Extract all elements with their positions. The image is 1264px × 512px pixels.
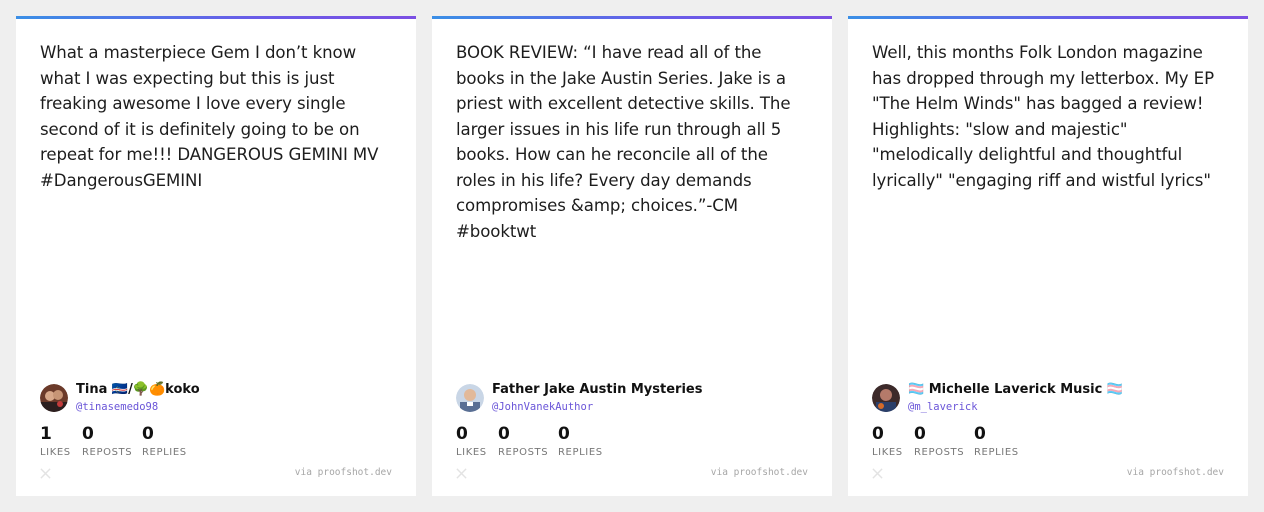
via-attribution[interactable]: via proofshot.dev: [1127, 467, 1224, 478]
stats-row: 1 LIKES 0 REPOSTS 0 REPLIES: [40, 424, 380, 464]
likes-label: LIKES: [456, 447, 487, 458]
avatar[interactable]: [456, 384, 484, 412]
cards-row: What a masterpiece Gem I don’t know what…: [0, 0, 1264, 512]
card-accent-bar: [848, 16, 1248, 19]
card-accent-bar: [16, 16, 416, 19]
reposts-stat: 0 REPOSTS: [82, 424, 132, 458]
replies-count: 0: [558, 424, 570, 444]
reposts-stat: 0 REPOSTS: [914, 424, 964, 458]
avatar[interactable]: [872, 384, 900, 412]
via-attribution[interactable]: via proofshot.dev: [711, 467, 808, 478]
replies-count: 0: [974, 424, 986, 444]
replies-stat: 0 REPLIES: [142, 424, 187, 458]
post-text: BOOK REVIEW: “I have read all of the boo…: [456, 43, 791, 241]
likes-label: LIKES: [40, 447, 71, 458]
reposts-label: REPOSTS: [914, 447, 965, 458]
author-handle[interactable]: @tinasemedo98: [76, 401, 158, 413]
replies-label: REPLIES: [142, 447, 187, 458]
likes-stat: 0 LIKES: [456, 424, 487, 458]
likes-stat: 0 LIKES: [872, 424, 903, 458]
post-text: What a masterpiece Gem I don’t know what…: [40, 43, 379, 190]
author-block[interactable]: Tina 🇨🇻/🌳🍊koko @tinasemedo98: [40, 382, 380, 414]
stats-row: 0 LIKES 0 REPOSTS 0 REPLIES: [872, 424, 1212, 464]
likes-stat: 1 LIKES: [40, 424, 71, 458]
reposts-count: 0: [82, 424, 94, 444]
x-logo-icon[interactable]: [40, 468, 51, 479]
stats-row: 0 LIKES 0 REPOSTS 0 REPLIES: [456, 424, 796, 464]
avatar[interactable]: [40, 384, 68, 412]
card-accent-bar: [432, 16, 832, 19]
likes-label: LIKES: [872, 447, 903, 458]
author-handle[interactable]: @JohnVanekAuthor: [492, 401, 593, 413]
author-name[interactable]: Father Jake Austin Mysteries: [492, 382, 702, 397]
replies-stat: 0 REPLIES: [974, 424, 1019, 458]
reposts-label: REPOSTS: [82, 447, 133, 458]
author-name[interactable]: 🏳️‍⚧️ Michelle Laverick Music 🏳️‍⚧️: [908, 382, 1123, 397]
reposts-stat: 0 REPOSTS: [498, 424, 548, 458]
post-text: Well, this months Folk London magazine h…: [872, 43, 1214, 190]
author-block[interactable]: Father Jake Austin Mysteries @JohnVanekA…: [456, 382, 796, 414]
reposts-count: 0: [498, 424, 510, 444]
reposts-count: 0: [914, 424, 926, 444]
post-card[interactable]: BOOK REVIEW: “I have read all of the boo…: [432, 16, 832, 496]
author-handle[interactable]: @m_laverick: [908, 401, 978, 413]
replies-label: REPLIES: [558, 447, 603, 458]
likes-count: 1: [40, 424, 52, 444]
reposts-label: REPOSTS: [498, 447, 549, 458]
x-logo-icon[interactable]: [456, 468, 467, 479]
likes-count: 0: [872, 424, 884, 444]
likes-count: 0: [456, 424, 468, 444]
post-card[interactable]: What a masterpiece Gem I don’t know what…: [16, 16, 416, 496]
via-attribution[interactable]: via proofshot.dev: [295, 467, 392, 478]
replies-count: 0: [142, 424, 154, 444]
author-name[interactable]: Tina 🇨🇻/🌳🍊koko: [76, 382, 200, 397]
replies-stat: 0 REPLIES: [558, 424, 603, 458]
post-card[interactable]: Well, this months Folk London magazine h…: [848, 16, 1248, 496]
x-logo-icon[interactable]: [872, 468, 883, 479]
replies-label: REPLIES: [974, 447, 1019, 458]
author-block[interactable]: 🏳️‍⚧️ Michelle Laverick Music 🏳️‍⚧️ @m_l…: [872, 382, 1212, 414]
